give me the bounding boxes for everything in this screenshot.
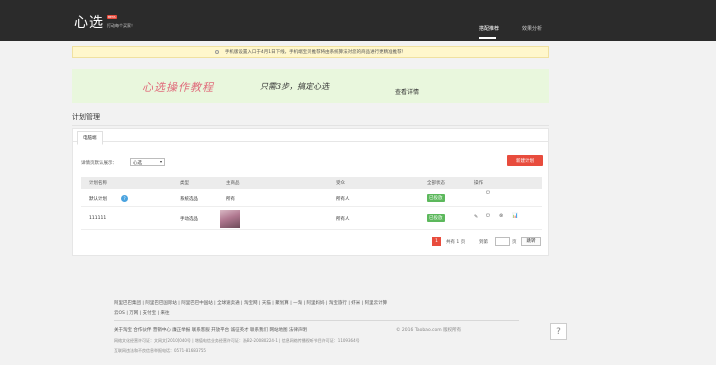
col-status-filter[interactable]: 全部状态 <box>427 180 445 186</box>
nav-active-indicator <box>479 37 496 39</box>
slogan: 打动每个买家！ <box>107 23 135 28</box>
nav-tab-recommend[interactable]: 搭配推荐 <box>479 25 499 32</box>
stats-chart-icon[interactable]: 📊 <box>512 213 518 219</box>
power-icon[interactable]: ⏻ <box>486 213 490 219</box>
section-title: 计划管理 <box>72 113 100 121</box>
tab-divider <box>73 141 548 142</box>
col-plan-name: 计划名称 <box>89 181 107 186</box>
table-row: 默认计划 ? 系统选品 所有 所有人 已投放 ⏻ <box>81 189 542 207</box>
show-label: 详情页默认展示： <box>81 161 117 166</box>
nav-tab-analysis[interactable]: 效果分析 <box>522 25 542 32</box>
footer-divider <box>114 320 519 321</box>
tutorial-banner[interactable]: 心选操作教程 只需3步，搞定心选 查看详情 <box>72 69 549 103</box>
notice-text: 手机版设置入口于4月1日下线，手机端宝贝推荐将由系统算法对您的商品进行更精准推荐… <box>224 50 407 55</box>
audience: 所有人 <box>336 197 350 202</box>
top-navbar: 心选 BETA 打动每个买家！ 搭配推荐 效果分析 <box>0 0 716 41</box>
audience: 所有人 <box>336 217 350 222</box>
report-info: 互联网违法和不良信息举报电话：0571-81683755 <box>114 348 206 353</box>
chevron-down-icon: ▾ <box>159 159 162 164</box>
status-badge: 已投放 <box>427 214 445 222</box>
jump-button[interactable]: 跳转 <box>521 237 541 246</box>
delete-icon[interactable]: ⊗ <box>499 213 503 219</box>
table-row: 111111 手动选品 所有人 已投放 ✎ ⏻ ⊗ 📊 <box>81 208 542 230</box>
plan-type: 手动选品 <box>180 217 198 222</box>
edit-icon[interactable]: ✎ <box>474 214 478 220</box>
notice-bar: 手机版设置入口于4月1日下线，手机端宝贝推荐将由系统算法对您的商品进行更精准推荐… <box>72 46 549 58</box>
product-thumbnail[interactable] <box>220 210 240 228</box>
copyright: © 2016 Taobao.com 版权所有 <box>396 328 462 333</box>
plan-type: 系统选品 <box>180 197 198 202</box>
power-icon[interactable]: ⏻ <box>486 190 490 196</box>
divider <box>72 125 549 126</box>
logo[interactable]: 心选 <box>74 12 104 32</box>
table-header: 计划名称 类型 主商品 受众 全部状态 操作 <box>81 177 542 189</box>
col-main-product: 主商品 <box>226 181 240 186</box>
col-actions: 操作 <box>474 181 483 186</box>
footer-links: 阿里巴巴集团 | 阿里巴巴国际站 | 阿里巴巴中国站 | 全球速卖通 | 淘宝网… <box>114 299 514 319</box>
footer-about-links[interactable]: 关于淘宝 合作伙伴 营销中心 廉正举报 联系客服 开放平台 诚征英才 联系我们 … <box>114 327 307 333</box>
help-float-button[interactable]: ? <box>550 323 567 340</box>
page-suffix: 页 <box>512 240 517 245</box>
banner-details-link[interactable]: 查看详情 <box>395 87 419 96</box>
main-product: 所有 <box>226 197 235 202</box>
help-icon[interactable]: ? <box>121 195 128 202</box>
status-badge: 已投放 <box>427 194 445 202</box>
select-value: 心选 <box>133 161 142 166</box>
info-icon <box>214 50 219 54</box>
banner-subtitle: 只需3步，搞定心选 <box>260 82 330 91</box>
plan-name[interactable]: 111111 <box>89 216 106 221</box>
footer-links-line1[interactable]: 阿里巴巴集团 | 阿里巴巴国际站 | 阿里巴巴中国站 | 全球速卖通 | 淘宝网… <box>114 299 514 309</box>
col-audience: 受众 <box>336 181 345 186</box>
banner-title: 心选操作教程 <box>142 81 214 94</box>
plan-name[interactable]: 默认计划 <box>89 196 107 202</box>
page-input[interactable] <box>495 237 510 246</box>
page-number-current[interactable]: 1 <box>432 237 441 246</box>
goto-label: 到第 <box>479 240 488 245</box>
col-type: 类型 <box>180 181 189 186</box>
new-plan-button[interactable]: 新建计划 <box>507 155 543 166</box>
license-info: 网络文化经营许可证：文网文[2010]040号 | 增值电信业务经营许可证：浙B… <box>114 338 360 343</box>
beta-badge: BETA <box>107 15 117 19</box>
total-pages-text: 共有 1 页 <box>446 240 466 245</box>
default-display-select[interactable]: 心选 ▾ <box>130 158 165 166</box>
footer-links-line2[interactable]: 云OS | 万网 | 支付宝 | 来往 <box>114 309 514 319</box>
tab-desktop[interactable]: 电脑端 <box>77 131 103 145</box>
plan-panel: 电脑端 详情页默认展示： 心选 ▾ 新建计划 计划名称 类型 主商品 受众 全部… <box>72 128 549 256</box>
